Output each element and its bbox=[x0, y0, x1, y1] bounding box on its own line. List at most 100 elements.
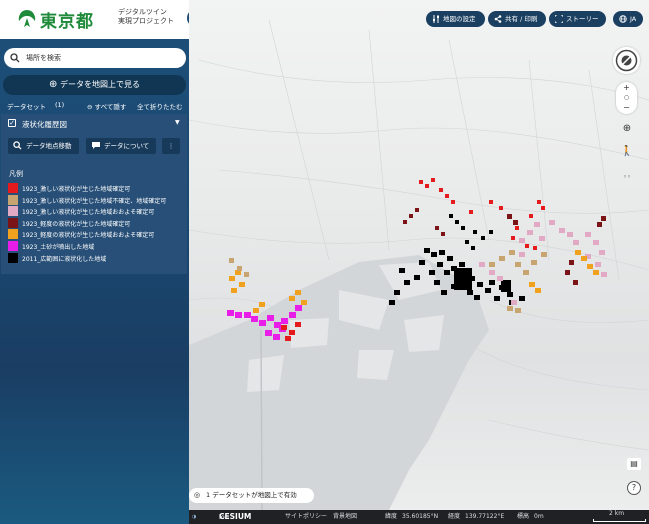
language-button[interactable]: JA bbox=[613, 11, 643, 27]
liquefaction-cell bbox=[519, 296, 525, 301]
liquefaction-cell bbox=[489, 230, 493, 234]
chevron-down-icon[interactable]: ▼ bbox=[175, 119, 180, 126]
liquefaction-cell bbox=[429, 270, 435, 275]
liquefaction-cell bbox=[541, 206, 545, 210]
story-button[interactable]: ストーリー bbox=[549, 11, 606, 27]
latitude-label: 緯度 bbox=[385, 513, 398, 520]
legend-label: 1923_軽度の液状化が生じた地域おおよそ確定可 bbox=[22, 232, 155, 240]
map-settings-button[interactable]: 地図の設定 bbox=[426, 11, 485, 27]
liquefaction-cell bbox=[497, 276, 503, 281]
liquefaction-cell bbox=[501, 280, 511, 292]
hide-all-button[interactable]: ⊖ すべて隠す bbox=[87, 101, 126, 111]
liquefaction-cell bbox=[251, 316, 258, 322]
liquefaction-cell bbox=[575, 250, 581, 255]
liquefaction-cell bbox=[281, 318, 288, 324]
zoom-to-data-button[interactable]: データ地点移動 bbox=[8, 138, 79, 154]
liquefaction-cell bbox=[499, 206, 503, 210]
liquefaction-cell bbox=[549, 220, 555, 225]
liquefaction-cell bbox=[459, 262, 465, 267]
liquefaction-cell bbox=[394, 290, 400, 295]
liquefaction-cell bbox=[434, 280, 440, 285]
liquefaction-cell bbox=[581, 256, 587, 261]
vr-glasses-icon: ◦◦ bbox=[622, 173, 632, 181]
collapse-all-button[interactable]: 全て折りたたむ bbox=[137, 101, 183, 111]
liquefaction-cell bbox=[474, 295, 480, 300]
site-policy-link[interactable]: サイトポリシー bbox=[285, 510, 327, 524]
map-viewport[interactable] bbox=[189, 0, 649, 510]
legend-item: 1923_土砂が噴出した地域 bbox=[8, 240, 186, 252]
liquefaction-cell bbox=[511, 300, 517, 305]
feedback-button[interactable]: ▤ bbox=[627, 458, 641, 470]
more-menu-button[interactable]: ⋮ bbox=[162, 138, 180, 154]
liquefaction-cell bbox=[569, 260, 574, 265]
liquefaction-cell bbox=[295, 290, 301, 295]
story-label: ストーリー bbox=[566, 15, 599, 23]
liquefaction-cell bbox=[435, 226, 439, 230]
liquefaction-cell bbox=[227, 310, 234, 316]
liquefaction-cell bbox=[513, 220, 518, 225]
help-button[interactable]: ? bbox=[627, 481, 641, 495]
liquefaction-cell bbox=[515, 308, 521, 313]
liquefaction-cell bbox=[519, 238, 525, 243]
vr-mode-button[interactable]: ◦◦ bbox=[620, 171, 634, 183]
legend-item: 1923_軽度の液状化が生じた地域確定可 bbox=[8, 217, 186, 229]
legend-label: 1923_激しい液状化が生じた地域おおよそ確定可 bbox=[22, 209, 155, 217]
layer-header[interactable]: ✓ 液状化履歴図 ▼ bbox=[1, 117, 187, 131]
liquefaction-cell bbox=[539, 236, 545, 241]
liquefaction-cell bbox=[531, 260, 537, 265]
background-map-credit[interactable]: 背景地図 bbox=[333, 510, 357, 524]
sidebar: 東京都 デジタルツイン 実現プロジェクト 場所を検索 ⊕ データを地図上で見る … bbox=[0, 0, 189, 524]
longitude-label: 経度 bbox=[448, 513, 461, 520]
liquefaction-cell bbox=[537, 200, 541, 204]
zoom-out-button[interactable]: − bbox=[616, 103, 637, 113]
liquefaction-cell bbox=[273, 334, 280, 340]
layers-icon: ◎ bbox=[194, 491, 201, 499]
legend-label: 2011_広範囲に液状化した地域 bbox=[22, 255, 107, 263]
legend-swatch bbox=[8, 206, 18, 217]
compass-button[interactable] bbox=[613, 47, 640, 74]
liquefaction-cell bbox=[473, 230, 477, 234]
add-data-button[interactable]: ⊕ データを地図上で見る bbox=[3, 75, 186, 95]
legend-item: 2011_広範囲に液状化した地域 bbox=[8, 252, 186, 264]
liquefaction-cell bbox=[593, 270, 599, 275]
liquefaction-cell bbox=[441, 232, 445, 236]
map-canvas[interactable] bbox=[189, 0, 649, 510]
liquefaction-cell bbox=[573, 240, 579, 245]
plus-circle-icon: ⊕ bbox=[49, 79, 58, 90]
legend: 1923_激しい液状化が生じた地域確定可 1923_激しい液状化が生じた地域不確定… bbox=[8, 182, 186, 263]
liquefaction-cell bbox=[481, 236, 485, 240]
liquefaction-cell bbox=[439, 250, 445, 255]
legend-label: 1923_激しい液状化が生じた地域不確定、地域確定可 bbox=[22, 197, 167, 205]
zoom-reset-button[interactable]: ○ bbox=[616, 93, 637, 103]
liquefaction-cell bbox=[425, 184, 429, 188]
liquefaction-cell bbox=[237, 266, 242, 271]
liquefaction-cell bbox=[479, 262, 485, 267]
workspace-status[interactable]: ◎ 1 データセットが地図上で有効 bbox=[189, 488, 314, 503]
liquefaction-cell bbox=[431, 178, 435, 182]
zoom-in-button[interactable]: + bbox=[616, 83, 637, 93]
about-data-button[interactable]: データについて bbox=[86, 138, 156, 154]
liquefaction-cell bbox=[489, 270, 495, 275]
liquefaction-cell bbox=[509, 250, 515, 255]
legend-swatch bbox=[8, 240, 18, 251]
pedestrian-mode-button[interactable]: 🚶 bbox=[620, 145, 634, 159]
liquefaction-cell bbox=[424, 248, 430, 253]
share-button[interactable]: 共有 / 印刷 bbox=[488, 11, 546, 27]
layer-visibility-checkbox[interactable]: ✓ bbox=[8, 119, 16, 127]
liquefaction-cell bbox=[499, 256, 505, 261]
liquefaction-cell bbox=[289, 296, 295, 301]
liquefaction-cell bbox=[597, 222, 602, 227]
logo-subtitle-line1: デジタルツイン bbox=[118, 8, 167, 16]
liquefaction-cell bbox=[419, 180, 423, 184]
add-data-label: データを地図上で見る bbox=[59, 80, 140, 89]
liquefaction-cell bbox=[507, 214, 512, 219]
dataset-count: (1) bbox=[55, 101, 65, 109]
liquefaction-cell bbox=[259, 320, 266, 326]
locate-button[interactable]: ⊕ bbox=[620, 122, 634, 136]
liquefaction-cell bbox=[289, 330, 295, 335]
liquefaction-cell bbox=[399, 268, 405, 273]
liquefaction-cell bbox=[229, 276, 235, 281]
question-icon: ? bbox=[631, 483, 637, 492]
liquefaction-cell bbox=[567, 232, 573, 237]
search-input[interactable]: 場所を検索 bbox=[4, 48, 186, 68]
